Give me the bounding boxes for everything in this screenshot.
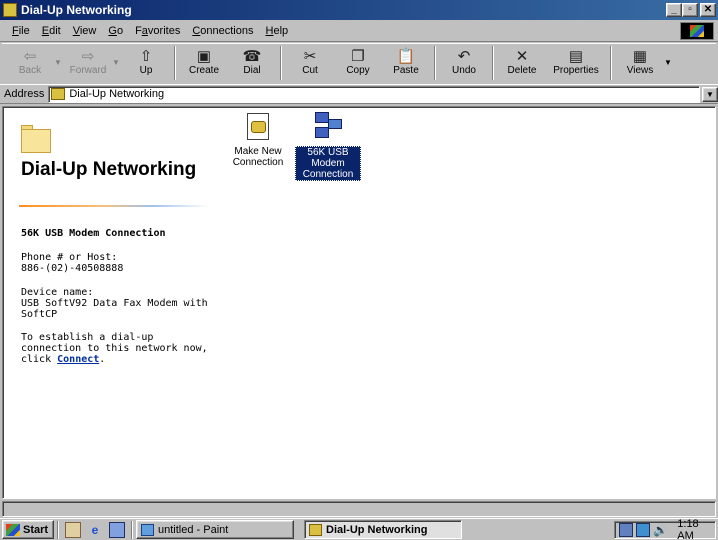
scissors-icon: ✂ xyxy=(303,47,317,65)
create-button[interactable]: ▣ Create xyxy=(180,44,228,82)
system-tray: 🔊 1:18 AM xyxy=(614,518,716,540)
connect-link[interactable]: Connect xyxy=(57,354,99,365)
page-title: Dial-Up Networking xyxy=(21,159,197,180)
web-view-panel: Dial-Up Networking 56K USB Modem Connect… xyxy=(3,107,213,500)
usb-modem-connection-item[interactable]: 56K USB Modem Connection xyxy=(295,111,361,181)
item-label-selected: 56K USB Modem Connection xyxy=(295,146,361,181)
dialup-folder-icon xyxy=(3,3,17,17)
properties-icon: ▤ xyxy=(568,47,584,65)
menu-file[interactable]: File xyxy=(6,23,36,39)
views-dropdown[interactable]: ▼ xyxy=(664,44,674,67)
copy-button[interactable]: ❐ Copy xyxy=(334,44,382,82)
delete-button[interactable]: ✕ Delete xyxy=(498,44,546,82)
clock[interactable]: 1:18 AM xyxy=(677,518,715,540)
forward-arrow-icon: ⇨ xyxy=(81,47,95,65)
phone-value: 886-(02)-40508888 xyxy=(21,263,124,274)
telephone-icon: ☎ xyxy=(242,47,262,65)
back-arrow-icon: ⇦ xyxy=(23,47,37,65)
internet-explorer-icon[interactable]: e xyxy=(87,522,103,538)
network-tray-icon[interactable] xyxy=(636,523,651,537)
instructions-text: To establish a dial-up connection to thi… xyxy=(21,332,208,365)
dial-button[interactable]: ☎ Dial xyxy=(228,44,276,82)
address-label: Address xyxy=(4,88,45,100)
toolbar-separator xyxy=(280,46,282,80)
device-value: USB SoftV92 Data Fax Modem with SoftCP xyxy=(21,298,208,320)
folder-view[interactable]: Dial-Up Networking 56K USB Modem Connect… xyxy=(2,106,716,499)
windows-logo-icon xyxy=(690,25,704,37)
dialup-folder-icon xyxy=(51,88,66,100)
menu-view[interactable]: View xyxy=(67,23,103,39)
title-divider xyxy=(19,205,209,207)
undo-button[interactable]: ↶ Undo xyxy=(440,44,488,82)
taskbar-paint-button[interactable]: untitled - Paint xyxy=(136,520,294,539)
copy-icon: ❐ xyxy=(351,47,365,65)
views-button[interactable]: ▦ Views xyxy=(616,44,664,82)
paste-button[interactable]: 📋 Paste xyxy=(382,44,430,82)
taskbar-dialup-button[interactable]: Dial-Up Networking xyxy=(304,520,462,539)
selected-connection-name: 56K USB Modem Connection xyxy=(21,228,166,239)
toolbar-separator xyxy=(610,46,612,80)
up-button[interactable]: ⇧ Up xyxy=(122,44,170,82)
menu-connections[interactable]: Connections xyxy=(186,23,259,39)
menu-edit[interactable]: Edit xyxy=(36,23,67,39)
properties-button[interactable]: ▤ Properties xyxy=(546,44,606,82)
taskbar: Start e untitled - Paint Dial-Up Network… xyxy=(0,518,718,540)
menu-bar: File Edit View Go Favorites Connections … xyxy=(0,20,718,42)
address-dropdown-button[interactable]: ▼ xyxy=(702,86,718,102)
clipboard-icon: 📋 xyxy=(396,47,416,65)
window-title: Dial-Up Networking xyxy=(21,3,132,17)
status-text xyxy=(2,501,716,517)
toolbar-separator xyxy=(492,46,494,80)
modem-tray-icon[interactable] xyxy=(619,523,634,537)
toolbar: ⇦ Back ▼ ⇨ Forward ▼ ⇧ Up ▣ Create ☎ Dia… xyxy=(2,43,716,83)
maximize-button[interactable]: ▫ xyxy=(682,3,698,17)
network-connection-icon xyxy=(312,111,344,143)
address-input[interactable]: Dial-Up Networking xyxy=(48,85,700,103)
menu-favorites[interactable]: Favorites xyxy=(129,23,186,39)
dialup-folder-icon xyxy=(309,523,322,536)
forward-button[interactable]: ⇨ Forward xyxy=(64,44,112,82)
status-bar xyxy=(0,500,718,518)
up-folder-icon: ⇧ xyxy=(139,47,153,65)
create-connection-icon: ▣ xyxy=(196,47,212,65)
make-new-connection-item[interactable]: Make New Connection xyxy=(225,111,291,168)
toolbar-separator xyxy=(174,46,176,80)
delete-x-icon: ✕ xyxy=(515,47,529,65)
close-button[interactable]: ✕ xyxy=(700,3,716,17)
paint-icon xyxy=(141,523,154,536)
windows-logo-throbber xyxy=(680,22,714,40)
outlook-express-icon[interactable] xyxy=(109,521,125,538)
window-controls: _ ▫ ✕ xyxy=(666,3,716,17)
cut-button[interactable]: ✂ Cut xyxy=(286,44,334,82)
menu-help[interactable]: Help xyxy=(260,23,295,39)
undo-icon: ↶ xyxy=(457,47,471,65)
forward-dropdown[interactable]: ▼ xyxy=(112,44,122,67)
minimize-button[interactable]: _ xyxy=(666,3,682,17)
item-label: Make New Connection xyxy=(232,146,284,168)
menu-go[interactable]: Go xyxy=(102,23,129,39)
title-bar[interactable]: Dial-Up Networking _ ▫ ✕ xyxy=(0,0,718,20)
folder-icon xyxy=(21,125,51,153)
volume-icon[interactable]: 🔊 xyxy=(653,523,668,537)
device-label: Device name: xyxy=(21,287,94,298)
windows-logo-icon xyxy=(6,523,20,536)
toolbar-separator xyxy=(434,46,436,80)
address-value: Dial-Up Networking xyxy=(69,88,165,100)
make-new-connection-icon xyxy=(242,111,274,143)
back-dropdown[interactable]: ▼ xyxy=(54,44,64,67)
show-desktop-icon[interactable] xyxy=(65,521,81,538)
views-icon: ▦ xyxy=(632,47,648,65)
start-button[interactable]: Start xyxy=(2,520,54,539)
address-bar: Address Dial-Up Networking ▼ xyxy=(0,84,718,104)
phone-label: Phone # or Host: xyxy=(21,252,118,263)
back-button[interactable]: ⇦ Back xyxy=(6,44,54,82)
